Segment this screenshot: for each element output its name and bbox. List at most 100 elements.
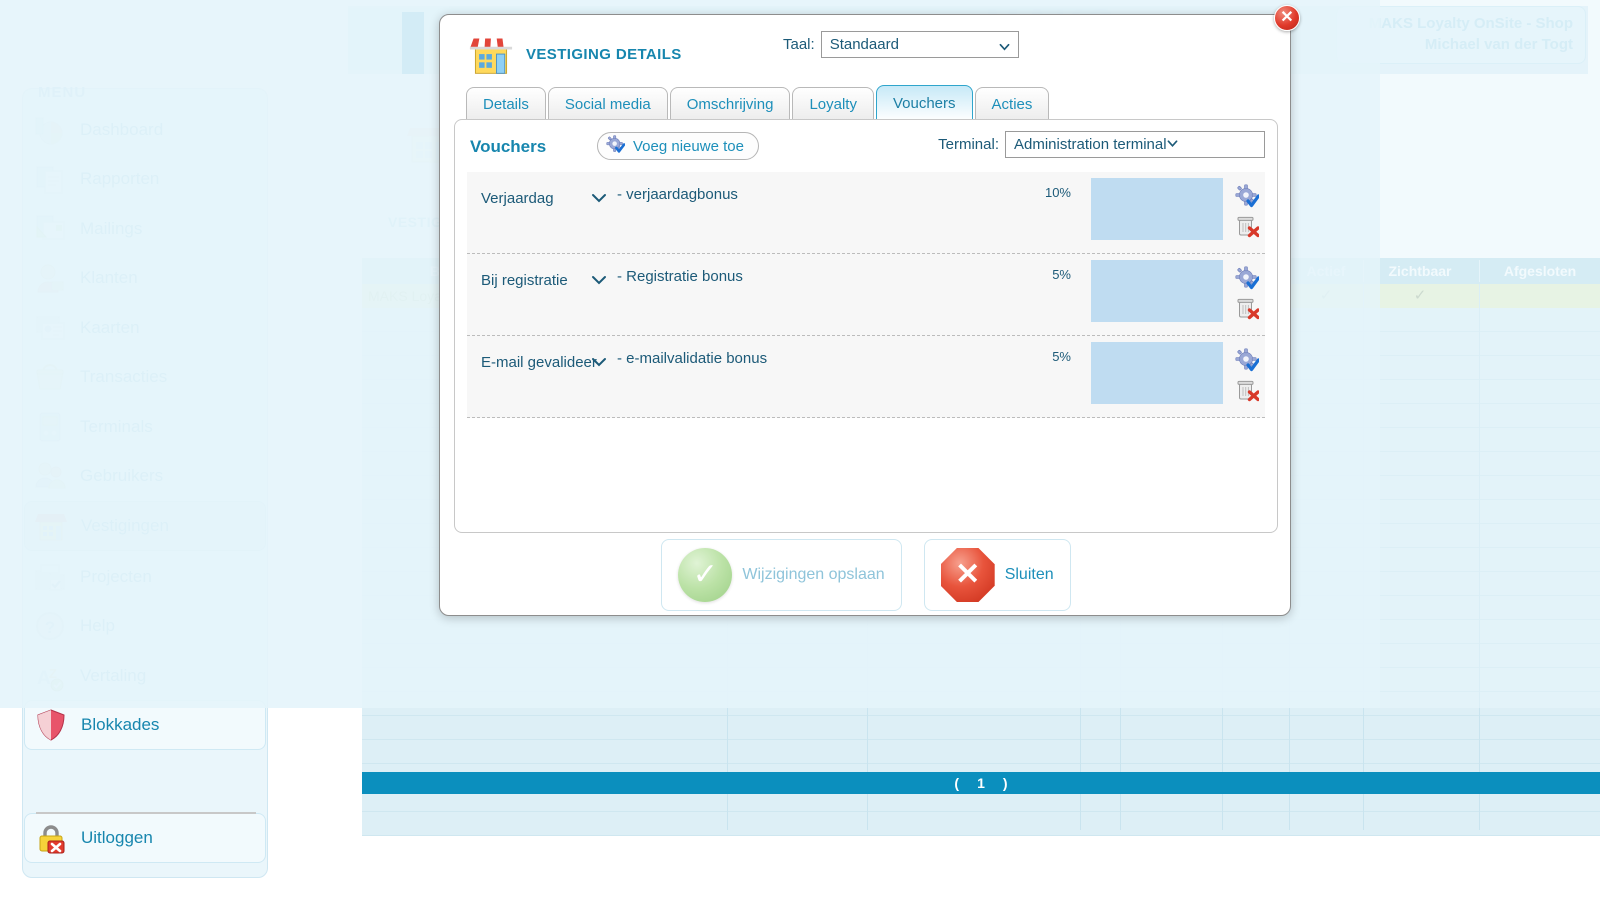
sidebar-item-label: Transacties bbox=[80, 367, 168, 386]
chevron-down-icon[interactable] bbox=[591, 190, 607, 206]
chevron-down-icon[interactable] bbox=[591, 272, 607, 288]
voucher-image-placeholder[interactable] bbox=[1091, 260, 1223, 322]
sidebar-item-projecten[interactable]: Projecten bbox=[24, 552, 266, 602]
sidebar-item-klanten[interactable]: Klanten bbox=[24, 253, 266, 303]
sidebar-item-gebruikers[interactable]: Gebruikers bbox=[24, 451, 266, 501]
voucher-type-value: Verjaardag bbox=[481, 189, 554, 207]
table-row[interactable] bbox=[362, 692, 1600, 716]
sidebar-item-label: Rapporten bbox=[80, 169, 160, 188]
x-octagon-icon: ✕ bbox=[940, 548, 995, 602]
voucher-percent: 5% bbox=[1052, 267, 1071, 282]
tab-label: Acties bbox=[991, 96, 1033, 113]
pagination-prev[interactable]: ( bbox=[954, 775, 959, 791]
language-label: Taal: bbox=[783, 36, 815, 53]
translate-icon: AZ bbox=[34, 660, 68, 692]
sidebar-item-mailings[interactable]: Mailings bbox=[24, 204, 266, 254]
sidebar-item-label: Blokkades bbox=[81, 715, 160, 734]
blank-icon bbox=[34, 760, 68, 792]
sidebar-item-blokkades[interactable]: Blokkades bbox=[24, 700, 266, 750]
sidebar-title: MENU bbox=[38, 84, 87, 101]
table-row[interactable] bbox=[362, 740, 1600, 764]
sidebar-item-label: Dashboard bbox=[80, 120, 164, 139]
gear-check-icon[interactable] bbox=[1235, 184, 1261, 208]
table-row[interactable] bbox=[362, 812, 1600, 836]
gear-check-icon[interactable] bbox=[1235, 266, 1261, 290]
sidebar-item-rapporten[interactable]: Rapporten bbox=[24, 154, 266, 204]
header-sep-2 bbox=[1363, 260, 1364, 282]
sidebar-item-terminals[interactable]: Terminals bbox=[24, 402, 266, 452]
terminal-label: Terminal: bbox=[938, 136, 999, 153]
add-new-voucher-button[interactable]: Voeg nieuwe toe bbox=[597, 132, 759, 160]
row-actief-check: ✓ bbox=[1319, 287, 1333, 304]
tab-vouchers[interactable]: Vouchers bbox=[875, 85, 973, 121]
trash-delete-icon[interactable] bbox=[1235, 214, 1260, 238]
cards-icon bbox=[34, 312, 68, 344]
gear-check-icon[interactable] bbox=[1235, 348, 1261, 372]
sidebar-item-label: Vestigingen bbox=[81, 516, 169, 535]
pagination-next[interactable]: ) bbox=[1003, 775, 1008, 791]
users-icon bbox=[34, 460, 68, 492]
voucher-image-placeholder[interactable] bbox=[1091, 342, 1223, 404]
projects-icon bbox=[34, 561, 68, 593]
tab-acties[interactable]: Acties bbox=[974, 87, 1050, 121]
sidebar-item-uitloggen[interactable]: Uitloggen bbox=[24, 813, 266, 863]
sidebar-item-label: Terminals bbox=[80, 417, 153, 436]
tab-omschrijving[interactable]: Omschrijving bbox=[669, 87, 791, 121]
dialog-footer: ✓ Wijzigingen opslaan ✕ Sluiten bbox=[440, 539, 1292, 611]
terminal-select[interactable]: Administration terminal bbox=[1005, 131, 1265, 158]
voucher-type-select[interactable]: Verjaardag bbox=[481, 186, 597, 210]
save-changes-button[interactable]: ✓ Wijzigingen opslaan bbox=[661, 539, 902, 611]
table-header-actief: Actief bbox=[1306, 263, 1346, 279]
basket-icon bbox=[34, 361, 68, 393]
sidebar-divider bbox=[36, 812, 256, 814]
voucher-row: Verjaardag - verjaardagbonus 10% bbox=[467, 172, 1265, 254]
table-row[interactable] bbox=[362, 716, 1600, 740]
lock-icon bbox=[35, 822, 69, 854]
sidebar-item-vertaling[interactable]: A Z Vertaling bbox=[24, 651, 266, 701]
sidebar-item-label: Projecten bbox=[80, 567, 152, 586]
close-dialog-button[interactable]: ✕ Sluiten bbox=[923, 539, 1071, 611]
sidebar-item-blank[interactable] bbox=[24, 751, 266, 801]
check-circle-icon: ✓ bbox=[678, 548, 733, 602]
help-icon: ? bbox=[34, 610, 68, 642]
voucher-type-value: E-mail gevalideerd bbox=[481, 353, 597, 371]
sidebar-item-transacties[interactable]: Transacties bbox=[24, 352, 266, 402]
voucher-type-select[interactable]: Bij registratie bbox=[481, 268, 597, 292]
dialog-title: VESTIGING DETAILS bbox=[526, 46, 682, 63]
sidebar-item-kaarten[interactable]: Kaarten bbox=[24, 303, 266, 353]
mail-icon bbox=[34, 213, 68, 245]
voucher-image-placeholder[interactable] bbox=[1091, 178, 1223, 240]
voucher-type-value: Bij registratie bbox=[481, 271, 568, 289]
close-dialog-label: Sluiten bbox=[1004, 566, 1054, 583]
table-header-b: B bbox=[429, 263, 440, 279]
add-new-voucher-label: Voeg nieuwe toe bbox=[633, 137, 744, 155]
sidebar-item-help[interactable]: ? Help bbox=[24, 601, 266, 651]
voucher-row: Bij registratie - Registratie bonus 5% bbox=[467, 254, 1265, 336]
pagination-bar[interactable]: ( 1 ) bbox=[362, 772, 1600, 794]
tab-label: Details bbox=[483, 96, 529, 113]
table-row[interactable] bbox=[362, 644, 1600, 668]
tab-details[interactable]: Details bbox=[466, 87, 546, 121]
dashboard-icon bbox=[34, 114, 68, 146]
tab-loyalty[interactable]: Loyalty bbox=[792, 87, 874, 121]
reports-icon bbox=[34, 163, 68, 195]
sidebar-item-vestigingen[interactable]: Vestigingen bbox=[24, 501, 266, 551]
sidebar-item-dashboard[interactable]: Dashboard bbox=[24, 105, 266, 155]
table-column-divider bbox=[1479, 284, 1480, 830]
panel-header: Vouchers Voeg nieuwe toe Terminal: Admin… bbox=[455, 120, 1277, 172]
tab-social-media[interactable]: Social media bbox=[547, 87, 668, 121]
language-select[interactable]: Standaard bbox=[820, 31, 1019, 58]
voucher-type-select[interactable]: E-mail gevalideerd bbox=[481, 350, 597, 374]
shop-icon bbox=[35, 510, 69, 542]
customer-icon bbox=[34, 262, 68, 294]
sidebar-item-label: Uitloggen bbox=[81, 828, 153, 847]
trash-delete-icon[interactable] bbox=[1235, 296, 1260, 320]
user-name: Michael van der Togt bbox=[1424, 36, 1573, 53]
trash-delete-icon[interactable] bbox=[1235, 378, 1260, 402]
table-row[interactable] bbox=[362, 668, 1600, 692]
chevron-down-icon[interactable] bbox=[591, 354, 607, 370]
header-sep-3 bbox=[1479, 260, 1480, 282]
voucher-name: - Registratie bonus bbox=[617, 268, 743, 285]
table-row[interactable] bbox=[362, 620, 1600, 644]
app-root: MAKS MAKS Loyalty OnSite - Shop Michael … bbox=[0, 0, 1600, 900]
